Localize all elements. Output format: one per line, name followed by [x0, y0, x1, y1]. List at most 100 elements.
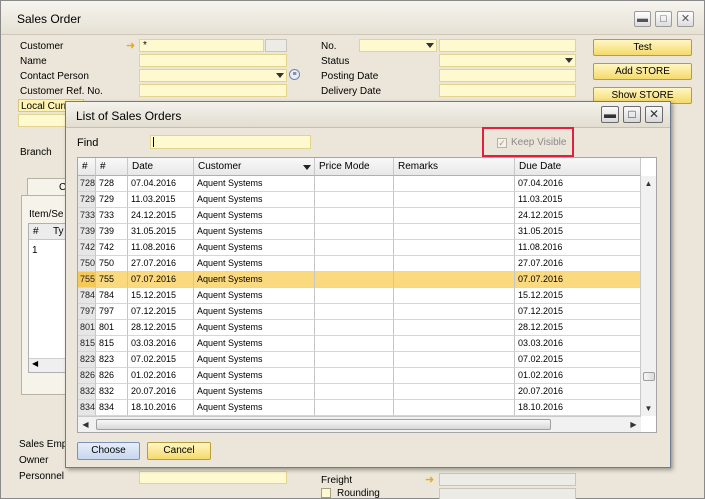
scroll-right-icon[interactable]: ▶	[626, 417, 641, 432]
col-header-due-date[interactable]: Due Date	[515, 158, 641, 176]
grid-row-number: 1	[32, 245, 38, 256]
sales-order-titlebar: Sales Order ▬ □ ✕	[1, 1, 704, 35]
table-row[interactable]: 784 784 15.12.2015 Aquent Systems 15.12.2015	[78, 288, 641, 304]
list-icon[interactable]: ≡	[289, 69, 300, 80]
cell-remarks	[394, 240, 515, 256]
cell-due-date: 11.03.2015	[515, 192, 641, 208]
cell-date: 24.12.2015	[128, 208, 194, 224]
scroll-up-icon[interactable]: ▲	[641, 176, 656, 191]
cell-customer: Aquent Systems	[194, 368, 315, 384]
cell-price-mode	[315, 208, 394, 224]
sales-employee-label: Sales Emp	[19, 439, 68, 450]
choose-button[interactable]: Choose	[77, 442, 140, 460]
cell-price-mode	[315, 336, 394, 352]
table-row[interactable]: 826 826 01.02.2016 Aquent Systems 01.02.2016	[78, 368, 641, 384]
find-input[interactable]	[150, 135, 311, 149]
cell-due-date: 18.10.2016	[515, 400, 641, 416]
find-caret	[153, 137, 154, 147]
rounding-checkbox[interactable]	[321, 488, 331, 498]
doc-number-field[interactable]	[439, 39, 576, 52]
table-row[interactable]: 815 815 03.03.2016 Aquent Systems 03.03.2016	[78, 336, 641, 352]
col-header-remarks[interactable]: Remarks	[394, 158, 515, 176]
maximize-icon: □	[628, 107, 636, 121]
cell-customer: Aquent Systems	[194, 336, 315, 352]
table-row[interactable]: 733 733 24.12.2015 Aquent Systems 24.12.2015	[78, 208, 641, 224]
cell-rownum: 742	[78, 240, 96, 256]
cell-remarks	[394, 304, 515, 320]
cell-price-mode	[315, 368, 394, 384]
cell-due-date: 24.12.2015	[515, 208, 641, 224]
customer-ref-field[interactable]	[139, 84, 287, 97]
personnel-field[interactable]	[139, 471, 287, 484]
col-header-customer[interactable]: Customer	[194, 158, 315, 176]
cell-docnum: 832	[96, 384, 128, 400]
table-row[interactable]: 739 739 31.05.2015 Aquent Systems 31.05.2015	[78, 224, 641, 240]
cell-date: 07.12.2015	[128, 304, 194, 320]
sales-orders-grid[interactable]: # # Date Customer Price Mode Remarks Due…	[77, 157, 657, 433]
grid-horizontal-scrollbar[interactable]: ◀ ▶	[78, 416, 641, 432]
cell-date: 11.08.2016	[128, 240, 194, 256]
name-field[interactable]	[139, 54, 287, 67]
table-row[interactable]: 742 742 11.08.2016 Aquent Systems 11.08.2016	[78, 240, 641, 256]
scroll-left-icon[interactable]: ◀	[32, 359, 38, 368]
table-row[interactable]: 834 834 18.10.2016 Aquent Systems 18.10.2016	[78, 400, 641, 416]
freight-field[interactable]	[439, 473, 576, 486]
dialog-close-button[interactable]: ✕	[645, 106, 663, 123]
cell-rownum: 784	[78, 288, 96, 304]
col-header-price-mode[interactable]: Price Mode	[315, 158, 394, 176]
cell-price-mode	[315, 304, 394, 320]
table-row[interactable]: 728 728 07.04.2016 Aquent Systems 07.04.2016	[78, 176, 641, 192]
close-button[interactable]: ✕	[677, 11, 694, 27]
contents-grid[interactable]: # Ty 1 ◀	[28, 223, 69, 373]
table-row[interactable]: 832 832 20.07.2016 Aquent Systems 20.07.2016	[78, 384, 641, 400]
link-arrow-icon[interactable]: ➜	[425, 473, 434, 486]
dialog-maximize-button[interactable]: □	[623, 106, 641, 123]
col-header-customer-label: Customer	[198, 161, 242, 172]
table-row[interactable]: 755 755 07.07.2016 Aquent Systems 07.07.2016	[78, 272, 641, 288]
add-store-button[interactable]: Add STORE	[593, 63, 692, 80]
contact-person-field[interactable]	[139, 69, 287, 82]
maximize-button[interactable]: □	[655, 11, 672, 27]
cell-customer: Aquent Systems	[194, 176, 315, 192]
dialog-minimize-button[interactable]: ▬	[601, 106, 619, 123]
minimize-button[interactable]: ▬	[634, 11, 651, 27]
cell-docnum: 797	[96, 304, 128, 320]
cell-remarks	[394, 256, 515, 272]
posting-date-label: Posting Date	[321, 71, 379, 82]
cell-date: 01.02.2016	[128, 368, 194, 384]
delivery-date-field[interactable]	[439, 84, 576, 97]
cell-rownum: 733	[78, 208, 96, 224]
col-header-rownum[interactable]: #	[78, 158, 96, 176]
cell-rownum: 826	[78, 368, 96, 384]
table-row[interactable]: 823 823 07.02.2015 Aquent Systems 07.02.2015	[78, 352, 641, 368]
table-row[interactable]: 797 797 07.12.2015 Aquent Systems 07.12.2015	[78, 304, 641, 320]
keep-visible-label: Keep Visible	[511, 137, 567, 148]
grid-vertical-scrollbar[interactable]: ▲ ▼	[640, 176, 656, 416]
scroll-left-icon[interactable]: ◀	[78, 417, 93, 432]
customer-field[interactable]: *	[139, 39, 264, 52]
cell-remarks	[394, 384, 515, 400]
link-arrow-icon[interactable]: ➜	[126, 39, 135, 52]
cell-docnum: 739	[96, 224, 128, 240]
scroll-down-icon[interactable]: ▼	[641, 401, 656, 416]
keep-visible-checkbox[interactable]: ✓	[497, 138, 507, 148]
vertical-scroll-thumb[interactable]	[643, 372, 655, 381]
tab-contents[interactable]: C	[27, 178, 67, 196]
cancel-button[interactable]: Cancel	[147, 442, 211, 460]
status-select[interactable]	[439, 54, 576, 67]
local-currency-field[interactable]	[18, 114, 68, 127]
col-header-date[interactable]: Date	[128, 158, 194, 176]
series-select[interactable]	[359, 39, 437, 52]
cell-docnum: 755	[96, 272, 128, 288]
table-row[interactable]: 801 801 28.12.2015 Aquent Systems 28.12.2015	[78, 320, 641, 336]
posting-date-field[interactable]	[439, 69, 576, 82]
cell-docnum: 742	[96, 240, 128, 256]
table-row[interactable]: 729 729 11.03.2015 Aquent Systems 11.03.2015	[78, 192, 641, 208]
contact-person-label: Contact Person	[20, 71, 89, 82]
freight-label: Freight	[321, 475, 353, 486]
horizontal-scroll-thumb[interactable]	[96, 419, 551, 430]
customer-extra-field	[265, 39, 287, 52]
col-header-docnum[interactable]: #	[96, 158, 128, 176]
table-row[interactable]: 750 750 27.07.2016 Aquent Systems 27.07.2016	[78, 256, 641, 272]
test-button[interactable]: Test	[593, 39, 692, 56]
